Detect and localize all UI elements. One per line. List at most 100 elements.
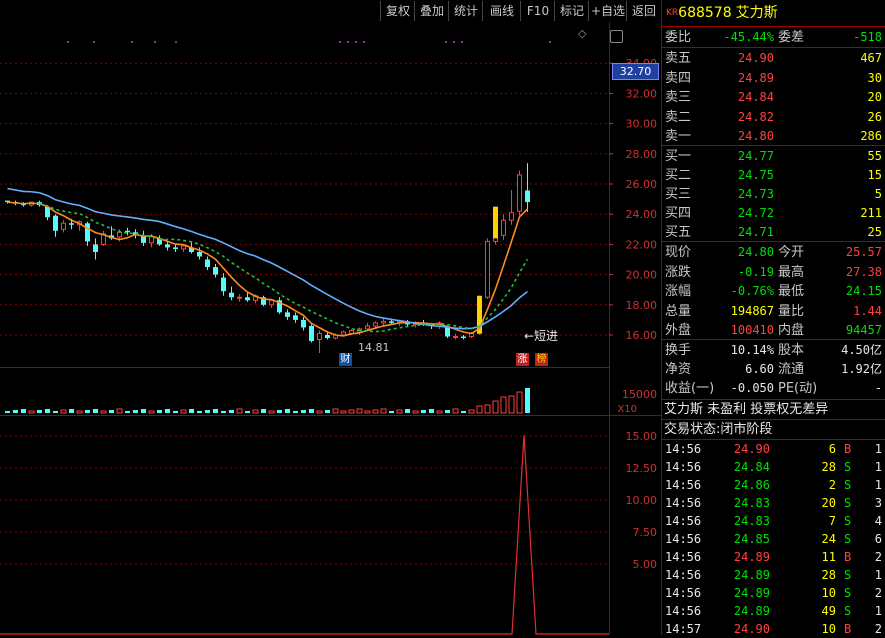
stat-value: -0.76% (730, 284, 774, 298)
volume-scale-label: X10 (617, 404, 637, 415)
volume-bar (436, 410, 443, 414)
tick-volume: 10 (821, 586, 836, 600)
stock-name: 艾力斯 (735, 5, 778, 21)
ask-volume: 286 (860, 129, 882, 143)
ask-row[interactable]: 卖三 24.84 20 (664, 88, 884, 107)
tick-row[interactable]: 14:56 24.83 7 S 4 (664, 512, 884, 530)
volume-bar (293, 411, 298, 413)
ranking-tag[interactable]: 榜 (535, 353, 548, 366)
volume-bar (28, 410, 35, 414)
tick-row[interactable]: 14:56 24.89 49 S 1 (664, 602, 884, 620)
ask-volume: 467 (860, 51, 882, 65)
tick-time: 14:56 (665, 514, 702, 528)
tick-row[interactable]: 14:56 24.85 24 S 6 (664, 530, 884, 548)
bid-price: 24.73 (737, 187, 774, 201)
tick-time: 14:56 (665, 478, 702, 492)
candle-body (445, 327, 450, 337)
tick-row[interactable]: 14:56 24.89 10 S 2 (664, 584, 884, 602)
tick-volume: 28 (821, 460, 836, 474)
kline-chart[interactable]: 34.0032.0030.0028.0026.0024.0022.0020.00… (0, 22, 661, 635)
tick-row[interactable]: 14:56 24.89 11 B 2 (664, 548, 884, 566)
bid-level-label: 买一 (665, 149, 692, 164)
limit-up-tag[interactable]: 涨 (516, 353, 529, 366)
f10-button[interactable]: F10 (520, 1, 555, 21)
weibi-row: 委比 -45.44% 委差 -518 (664, 28, 884, 47)
candle-body (85, 223, 90, 242)
quote-stat-row: 外盘 100410 内盘 94457 (664, 321, 884, 340)
tick-row[interactable]: 14:56 24.83 20 S 3 (664, 494, 884, 512)
volume-bar (389, 411, 394, 413)
volume-bar (53, 411, 58, 413)
fundamental-row: 换手 10.14% 股本 4.50亿 (664, 341, 884, 360)
fuquan-button[interactable]: 复权 (380, 1, 415, 21)
tick-row[interactable]: 14:56 24.89 28 S 1 (664, 566, 884, 584)
volume-bar (85, 410, 90, 413)
price-axis-label: 20.00 (626, 269, 658, 282)
price-grid: 34.0032.0030.0028.0026.0024.0022.0020.00… (0, 41, 657, 342)
stat-value: 4.50亿 (841, 343, 882, 357)
stat-value: 1.44 (853, 303, 882, 318)
tick-price: 24.86 (733, 478, 770, 492)
draw-line-button[interactable]: 画线 (482, 1, 521, 21)
stat-label: 最高 (778, 264, 805, 280)
mark-button[interactable]: 标记 (554, 1, 589, 21)
tick-row[interactable]: 14:56 24.84 28 S 1 (664, 458, 884, 476)
bid-level-label: 买二 (665, 168, 692, 183)
bid-price: 24.71 (737, 225, 774, 239)
bid-row[interactable]: 买三 24.73 5 (664, 185, 884, 204)
volume-bar (348, 409, 355, 414)
tick-volume: 10 (821, 622, 836, 636)
tick-count: 2 (874, 622, 882, 636)
tick-volume: 7 (828, 514, 836, 528)
quote-stat-row: 涨幅 -0.76% 最低 24.15 (664, 282, 884, 301)
tick-count: 1 (874, 442, 882, 456)
tick-row[interactable]: 14:57 24.90 10 B 2 (664, 620, 884, 638)
add-watchlist-button[interactable]: +自选 (588, 1, 627, 21)
bid-row[interactable]: 买五 24.71 25 (664, 223, 884, 242)
ask-level-label: 卖三 (665, 90, 692, 105)
bid-row[interactable]: 买一 24.77 55 (664, 147, 884, 166)
stat-value: 24.15 (845, 284, 882, 298)
ask-row[interactable]: 卖一 24.80 286 (664, 127, 884, 146)
candle-body (509, 212, 514, 221)
stat-label: 外盘 (665, 323, 692, 338)
stat-label: 量比 (778, 303, 805, 319)
tick-row[interactable]: 14:56 24.86 2 S 1 (664, 476, 884, 494)
finance-tag[interactable]: 财 (339, 353, 352, 366)
chart-corner-button[interactable] (610, 30, 623, 43)
indicator-axis-label: 12.50 (626, 462, 658, 475)
tick-side: S (844, 460, 852, 474)
tick-time: 14:56 (665, 568, 702, 582)
volume-bar (325, 410, 330, 413)
overlay-button[interactable]: 叠加 (414, 1, 449, 21)
ask-level-label: 卖四 (665, 70, 692, 86)
stock-code: 688578 (678, 5, 732, 21)
statistics-button[interactable]: 统计 (448, 1, 483, 21)
bid-row[interactable]: 买四 24.72 211 (664, 204, 884, 223)
indicator-pane: 15.00 12.50 10.00 7.50 5.00 (0, 430, 658, 635)
volume-bar (268, 410, 275, 414)
tick-count: 1 (874, 568, 882, 582)
candle-body (245, 297, 250, 301)
bid-price: 24.72 (737, 206, 774, 220)
tick-side: B (844, 550, 852, 564)
tick-row[interactable]: 14:56 24.90 6 B 1 (664, 440, 884, 458)
ask-row[interactable]: 卖四 24.89 30 (664, 69, 884, 88)
bid-row[interactable]: 买二 24.75 15 (664, 166, 884, 185)
candle-body (229, 292, 234, 298)
tick-price: 24.83 (733, 514, 770, 528)
back-button[interactable]: 返回 (626, 1, 661, 21)
volume-bar (180, 409, 187, 414)
ask-row[interactable]: 卖五 24.90 467 (664, 49, 884, 68)
candle-body (309, 325, 314, 342)
volume-bar (5, 411, 10, 413)
candle-body (69, 223, 74, 225)
tick-price: 24.89 (733, 604, 770, 618)
tick-price: 24.90 (733, 442, 770, 456)
candle-body (181, 245, 186, 250)
ask-row[interactable]: 卖二 24.82 26 (664, 108, 884, 127)
ma5-line (7, 201, 529, 337)
volume-bar (261, 409, 266, 413)
tick-side: S (844, 568, 852, 582)
stat-value: 25.57 (845, 245, 882, 259)
